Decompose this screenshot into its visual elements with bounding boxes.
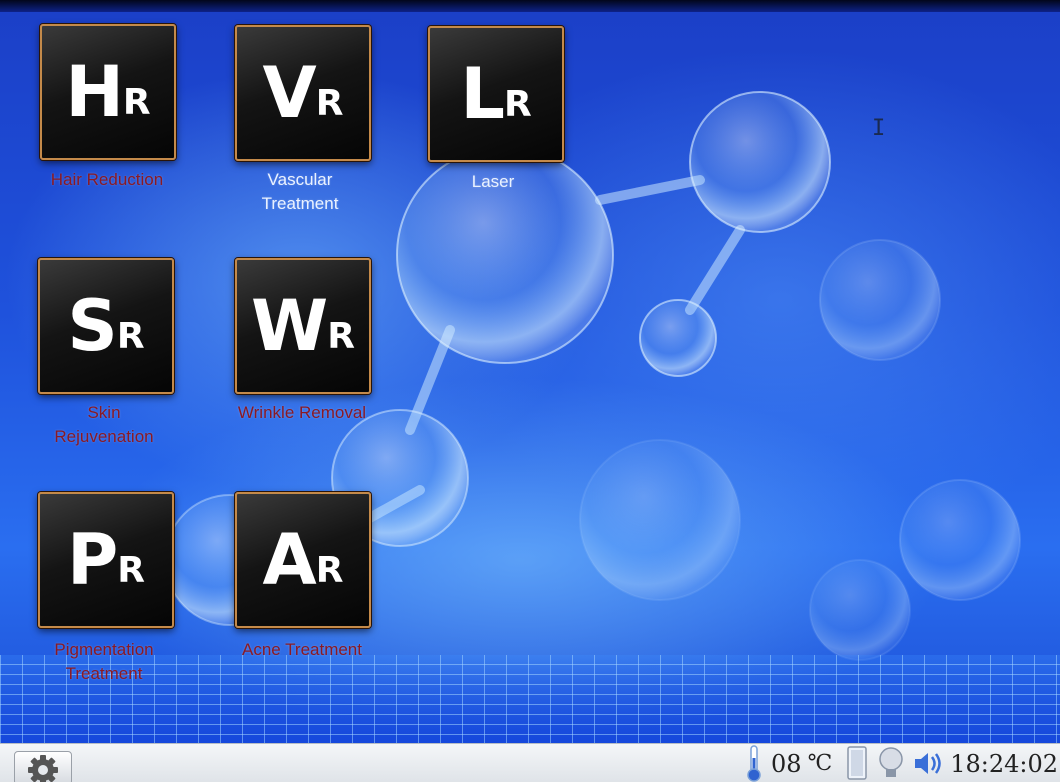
lamp-icon — [879, 747, 903, 777]
speaker-icon[interactable] — [912, 744, 944, 782]
pr-app-icon[interactable]: PR — [38, 492, 174, 628]
lr-icon-letter: L — [460, 53, 505, 135]
lr-app-icon[interactable]: LR — [428, 26, 564, 162]
wr-app-icon[interactable]: WR — [235, 258, 371, 394]
pr-icon-letter: P — [66, 519, 118, 601]
text-cursor-icon: I — [872, 116, 886, 141]
temperature-value: 08 — [771, 749, 802, 778]
lr-app-label[interactable]: Laser — [403, 170, 583, 194]
clock-time: 18:24:02 — [950, 749, 1058, 778]
vr-app-label[interactable]: Vascular Treatment — [210, 168, 390, 216]
wr-app-label[interactable]: Wrinkle Removal — [212, 401, 392, 425]
hr-app-icon[interactable]: HR — [40, 24, 176, 160]
temperature-unit: ℃ — [807, 751, 833, 776]
hr-app-label[interactable]: Hair Reduction — [17, 168, 197, 192]
wr-icon-letter: W — [251, 285, 328, 367]
ar-app-icon[interactable]: AR — [235, 492, 371, 628]
hr-icon-letter: H — [65, 51, 124, 133]
sr-icon-letter: S — [67, 285, 117, 367]
ar-app-label[interactable]: Acne Treatment — [212, 638, 392, 662]
thermometer-icon — [747, 745, 761, 782]
pr-icon-subletter: R — [117, 550, 146, 591]
sr-app-icon[interactable]: SR — [38, 258, 174, 394]
ar-icon-letter: A — [262, 519, 317, 601]
vr-app-icon[interactable]: VR — [235, 25, 371, 161]
vr-icon-letter: V — [262, 52, 317, 134]
wr-icon-subletter: R — [327, 316, 355, 357]
settings-button[interactable] — [14, 751, 72, 782]
settings-gear-icon — [28, 755, 58, 782]
ar-icon-subletter: R — [315, 550, 344, 591]
system-tray: 08 ℃ 18:24:02 — [743, 744, 1060, 782]
water-tank-icon — [847, 746, 867, 780]
lr-icon-subletter: R — [503, 84, 532, 125]
sr-icon-subletter: R — [116, 316, 145, 357]
hr-icon-subletter: R — [122, 82, 151, 123]
desktop-background: I HR Hair Reduction VR Vascular Treatmen… — [0, 0, 1060, 782]
pr-app-label[interactable]: Pigmentation Treatment — [14, 638, 194, 686]
sr-app-label[interactable]: Skin Rejuvenation — [14, 401, 194, 449]
vr-icon-subletter: R — [315, 83, 344, 124]
taskbar: 08 ℃ 18:24:02 — [0, 743, 1060, 782]
